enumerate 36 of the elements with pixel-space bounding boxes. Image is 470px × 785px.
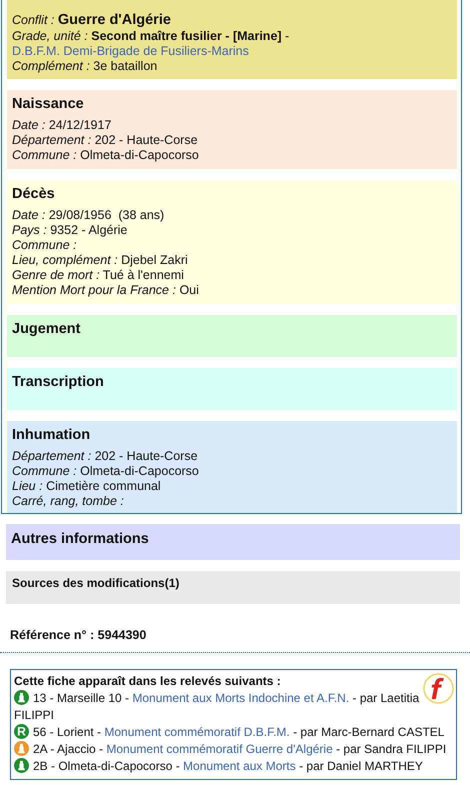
listing-link[interactable]: Monument aux Morts [183,759,296,773]
section-title: Inhumation [12,426,92,444]
field-line: Pays : 9352 - Algérie [12,223,128,238]
field-line: Mention Mort pour la France : Oui [12,283,200,298]
field-line: Date : 24/12/1917 [12,118,112,133]
logo-icon [423,673,454,704]
field-line: Conflit : Guerre d'Algérie [12,12,172,29]
field-line: Commune : Olmeta-di-Capocorso [12,148,200,163]
field-line: Commune : Olmeta-di-Capocorso [12,464,200,479]
field-line: Lieu : Cimetière communal [12,479,162,494]
field-line: Date : 29/08/1956 (38 ans) [12,208,166,223]
listing-link[interactable]: Monument commémoratif Guerre d'Algérie [106,742,333,756]
listing-entry: 13 - Marseille 10 - Monument aux Morts Indochine et A.F.N. - par Laetitia FILIPPI [14,691,420,722]
letter-badge-icon: R [14,724,29,739]
field-line: Lieu, complément : Djebel Zakri [12,253,189,268]
section-title: Autres informations [11,530,150,548]
listing-entry: 2B - Olmeta-di-Capocorso - Monument aux Morts - par Daniel MARTHEY [33,759,423,773]
field-line: Département : 202 - Haute-Corse [12,449,199,464]
listing-entry: 56 - Lorient - Monument commémoratif D.B.F.M. - par Marc-Bernard CASTEL [33,725,444,739]
listing-link[interactable]: Monument commémoratif D.B.F.M. [104,725,290,739]
listing-entry: 2A - Ajaccio - Monument commémoratif Guerre d'Algérie - par Sandra FILIPPI [33,742,446,756]
field-line: Genre de mort : Tué à l'ennemi [12,268,185,283]
reference-number: Référence n° : 5944390 [10,628,146,642]
field-line: Commune : [12,238,78,253]
field-line: Grade, unité : Second maître fusilier - [Marine] - D.B.F.M. Demi-Brigade de Fusiliers-Marins [12,29,290,59]
section-title: Naissance [12,95,85,113]
section-title: Jugement [12,320,82,338]
field-line: Carré, rang, tombe : [12,494,125,509]
section-title: Décès [12,185,56,203]
sources-title[interactable]: Sources des modifications(1) [12,576,180,590]
field-line: Département : 202 - Haute-Corse [12,133,199,148]
section-title: Transcription [12,373,105,391]
listings-title: Cette fiche apparaît dans les relevés suivants : [14,673,281,690]
listing-link[interactable]: Monument aux Morts Indochine et A.F.N. [132,691,350,705]
field-line: Complément : 3e bataillon [12,59,158,74]
unit-link[interactable]: D.B.F.M. Demi-Brigade de Fusiliers-Marins [12,44,249,58]
